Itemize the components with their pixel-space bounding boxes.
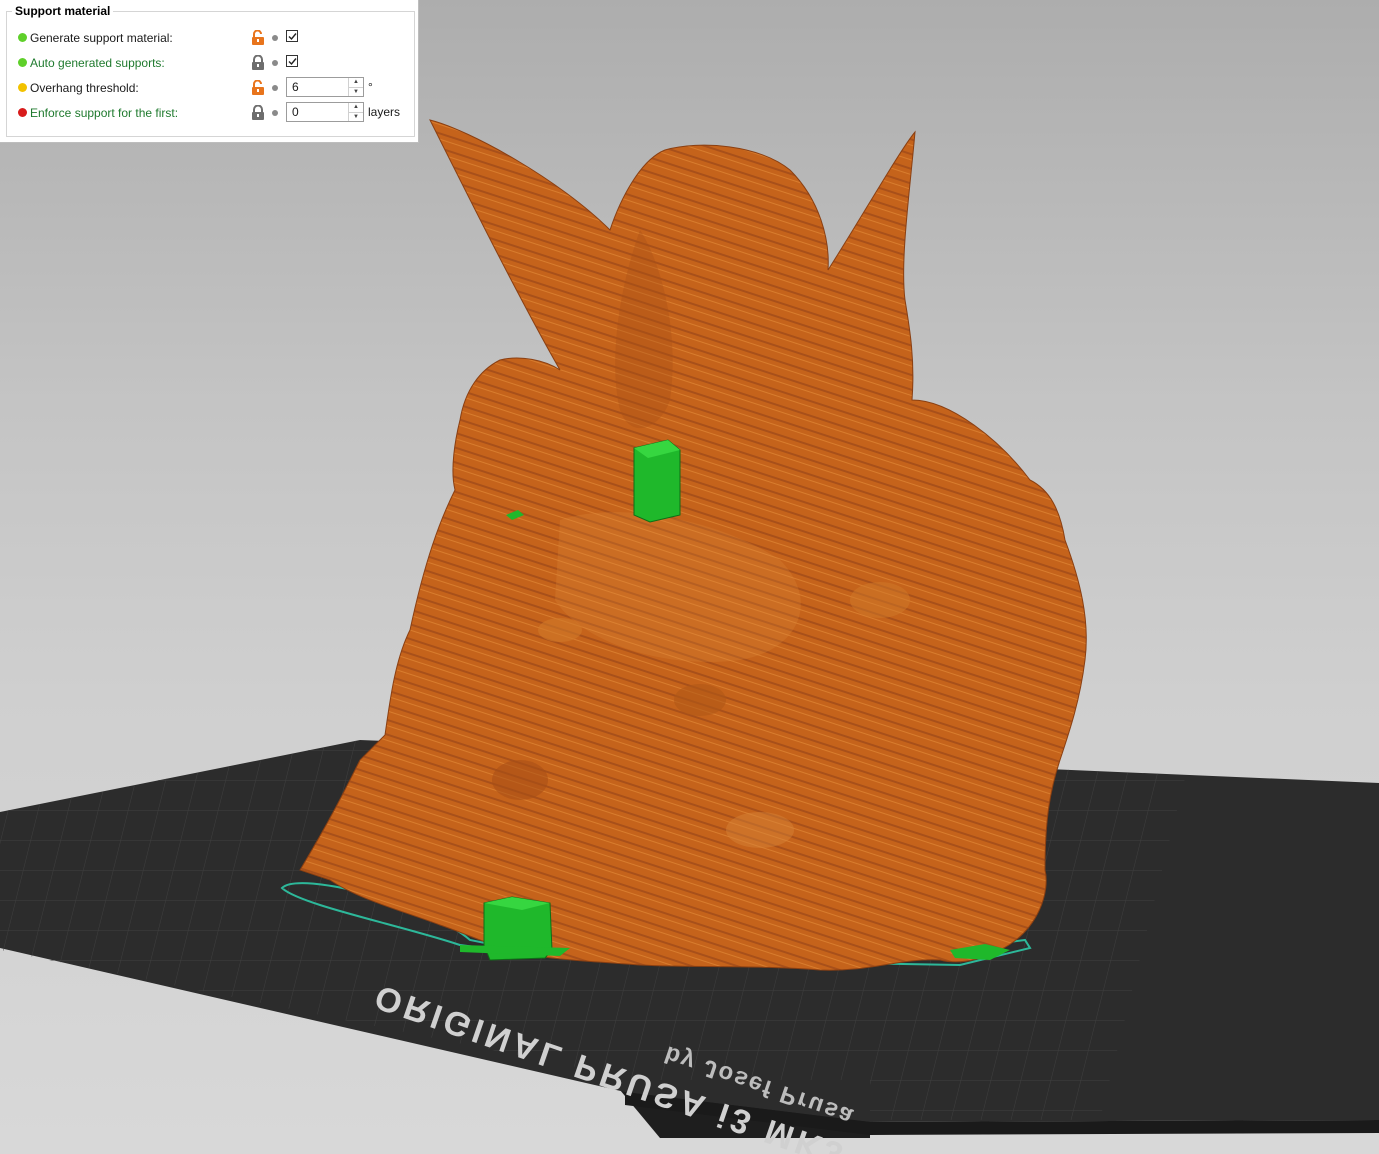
mode-bullet-icon bbox=[18, 58, 27, 67]
mode-bullet-icon bbox=[18, 83, 27, 92]
setting-unit: ° bbox=[368, 80, 373, 94]
lock-closed-icon[interactable] bbox=[251, 104, 265, 121]
spin-value[interactable]: 6 bbox=[292, 80, 299, 94]
spin-arrows[interactable]: ▲ ▼ bbox=[348, 103, 363, 121]
spin-down-icon[interactable]: ▼ bbox=[349, 88, 363, 97]
reset-dot-icon[interactable] bbox=[272, 60, 278, 66]
setting-row: Generate support material: bbox=[0, 28, 415, 50]
support-material-panel: Support material Generate support materi… bbox=[0, 0, 419, 143]
lock-open-icon[interactable] bbox=[251, 29, 265, 46]
group-title: Support material bbox=[12, 4, 114, 18]
spin-arrows[interactable]: ▲ ▼ bbox=[348, 78, 363, 96]
setting-row: Enforce support for the first: 0 ▲ ▼ layers bbox=[0, 102, 415, 125]
setting-label: Generate support material: bbox=[30, 31, 173, 45]
spin-up-icon[interactable]: ▲ bbox=[349, 103, 363, 113]
reset-dot-icon[interactable] bbox=[272, 110, 278, 116]
setting-spin-input[interactable]: 6 ▲ ▼ bbox=[286, 77, 364, 97]
setting-label[interactable]: Enforce support for the first: bbox=[30, 106, 178, 120]
reset-dot-icon[interactable] bbox=[272, 85, 278, 91]
setting-row: Auto generated supports: bbox=[0, 53, 415, 75]
checkmark-icon bbox=[288, 58, 297, 66]
spin-value[interactable]: 0 bbox=[292, 105, 299, 119]
3d-viewport[interactable]: ORIGINAL PRUSA i3 MK3 by Josef Prusa bbox=[0, 0, 1379, 1154]
setting-label[interactable]: Auto generated supports: bbox=[30, 56, 165, 70]
mode-bullet-icon bbox=[18, 33, 27, 42]
setting-checkbox[interactable] bbox=[286, 55, 298, 67]
setting-checkbox[interactable] bbox=[286, 30, 298, 42]
lock-closed-icon[interactable] bbox=[251, 54, 265, 71]
reset-dot-icon[interactable] bbox=[272, 35, 278, 41]
bust-model[interactable] bbox=[299, 119, 1087, 971]
checkmark-icon bbox=[288, 33, 297, 41]
lock-open-icon[interactable] bbox=[251, 79, 265, 96]
setting-label: Overhang threshold: bbox=[30, 81, 139, 95]
spin-down-icon[interactable]: ▼ bbox=[349, 113, 363, 122]
setting-row: Overhang threshold: 6 ▲ ▼ ° bbox=[0, 77, 415, 100]
setting-spin-input[interactable]: 0 ▲ ▼ bbox=[286, 102, 364, 122]
setting-unit: layers bbox=[368, 105, 401, 119]
spin-up-icon[interactable]: ▲ bbox=[349, 78, 363, 88]
mode-bullet-icon bbox=[18, 108, 27, 117]
